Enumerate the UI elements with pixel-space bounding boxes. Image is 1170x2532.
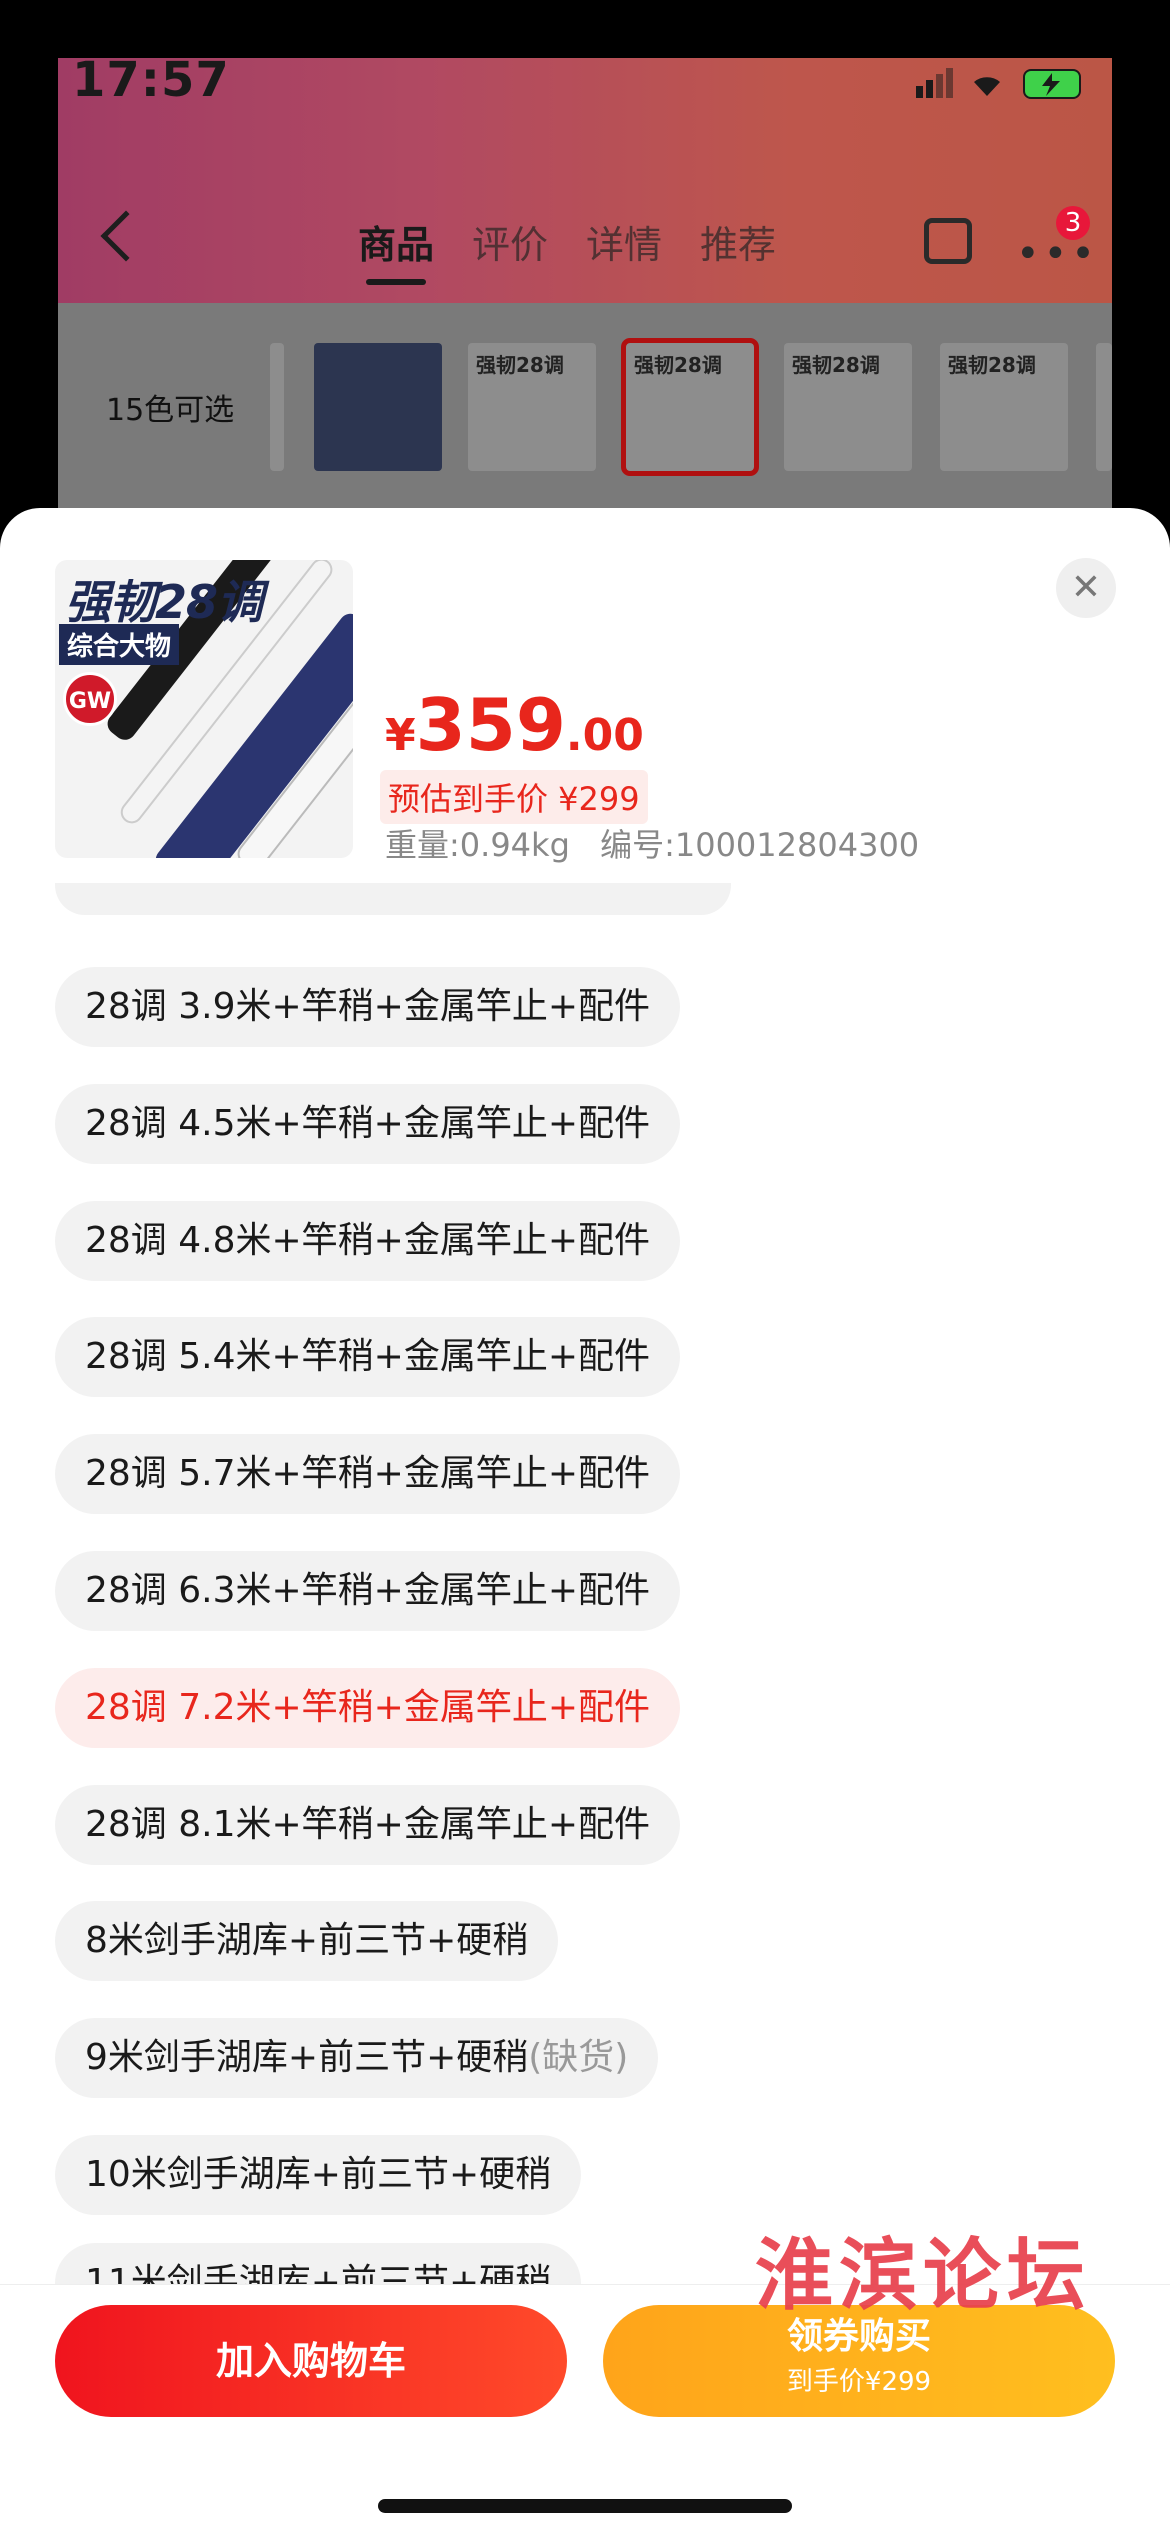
close-button[interactable]: ✕ xyxy=(1056,558,1116,618)
close-icon: ✕ xyxy=(1070,567,1102,608)
estimated-price: 预估到手价 ¥299 xyxy=(380,770,648,824)
screen: 17:57 商品 评价 详情 推荐 ••• 3 15色可选 强韧28调 强韧28… xyxy=(0,0,1170,2532)
thumb-label: 强韧28调 xyxy=(476,353,564,377)
option-chip[interactable]: 11米剑手湖库+前三节+硬稍 xyxy=(55,2243,582,2285)
variant-thumb[interactable]: 强韧28调 xyxy=(784,343,912,471)
buy-button-subtitle: 到手价¥299 xyxy=(786,2367,932,2397)
variant-thumb-selected[interactable]: 强韧28调 xyxy=(621,338,759,476)
variant-thumb[interactable]: 强韧28调 xyxy=(468,343,596,471)
add-to-cart-button[interactable]: 加入购物车 xyxy=(55,2305,567,2417)
variant-thumb[interactable] xyxy=(270,343,284,471)
status-icons-svg xyxy=(916,68,1081,99)
option-chip-partial[interactable] xyxy=(55,883,731,915)
watermark: 淮滨论坛 xyxy=(755,2230,1092,2321)
tab-recommend[interactable]: 推荐 xyxy=(700,214,776,269)
image-subtitle: 综合大物 xyxy=(59,624,180,665)
more-icon[interactable]: ••• xyxy=(1016,234,1099,274)
background-product-page: 17:57 商品 评价 详情 推荐 ••• 3 15色可选 强韧28调 强韧28… xyxy=(58,58,1112,518)
option-chip[interactable]: 28调 8.1米+竿稍+金属竿止+配件 xyxy=(55,1785,680,1865)
variant-thumb[interactable]: 强韧28调 xyxy=(940,343,1068,471)
price: ¥359.00 xyxy=(385,683,644,767)
tab-details[interactable]: 详情 xyxy=(586,214,662,269)
home-indicator xyxy=(378,2499,792,2513)
status-icons xyxy=(912,58,1112,108)
out-of-stock-note: (缺货) xyxy=(528,2037,629,2078)
option-chip[interactable]: 28调 4.5米+竿稍+金属竿止+配件 xyxy=(55,1084,680,1164)
option-chip-out-of-stock[interactable]: 9米剑手湖库+前三节+硬稍(缺货) xyxy=(55,2018,659,2098)
sku-number: 编号:100012804300 xyxy=(600,826,920,864)
price-integer: 359 xyxy=(415,683,566,767)
option-list[interactable]: 28调 3.9米+竿稍+金属竿止+配件 28调 4.5米+竿稍+金属竿止+配件 … xyxy=(0,883,1170,2285)
variant-thumb[interactable] xyxy=(1096,343,1112,471)
thumb-label: 强韧28调 xyxy=(948,353,1036,377)
brand-badge: GW xyxy=(63,672,117,726)
price-decimal: .00 xyxy=(565,710,644,761)
thumb-label: 强韧28调 xyxy=(792,353,880,377)
image-title: 强韧28调 xyxy=(65,575,263,629)
tab-reviews[interactable]: 评价 xyxy=(472,214,548,269)
option-chip[interactable]: 8米剑手湖库+前三节+硬稍 xyxy=(55,1901,559,1981)
color-variant-strip: 15色可选 强韧28调 强韧28调 强韧28调 强韧28调 xyxy=(58,303,1112,518)
price-symbol: ¥ xyxy=(385,710,416,761)
option-chip[interactable]: 28调 5.7米+竿稍+金属竿止+配件 xyxy=(55,1434,680,1514)
color-count-label: 15色可选 xyxy=(106,393,235,428)
product-image[interactable]: 强韧28调 综合大物 GW xyxy=(55,560,353,858)
notification-badge: 3 xyxy=(1056,206,1090,240)
status-time: 17:57 xyxy=(72,58,230,108)
share-icon[interactable] xyxy=(924,218,972,264)
thumb-label: 强韧28调 xyxy=(634,353,722,377)
option-chip[interactable]: 28调 5.4米+竿稍+金属竿止+配件 xyxy=(55,1317,680,1397)
option-label: 9米剑手湖库+前三节+硬稍 xyxy=(85,2037,529,2078)
tab-product[interactable]: 商品 xyxy=(358,214,434,285)
weight-text: 重量:0.94kg xyxy=(385,826,570,864)
option-chip[interactable]: 28调 3.9米+竿稍+金属竿止+配件 xyxy=(55,967,680,1047)
sku-selection-sheet: 强韧28调 综合大物 GW ✕ ¥359.00 预估到手价 ¥299 重量:0.… xyxy=(0,508,1170,2532)
nav-tabs: 商品 评价 详情 推荐 xyxy=(358,214,776,285)
option-chip[interactable]: 10米剑手湖库+前三节+硬稍 xyxy=(55,2135,582,2215)
option-chip-selected[interactable]: 28调 7.2米+竿稍+金属竿止+配件 xyxy=(55,1668,680,1748)
variant-thumb[interactable] xyxy=(314,343,442,471)
option-chip[interactable]: 28调 4.8米+竿稍+金属竿止+配件 xyxy=(55,1201,680,1281)
product-meta: 重量:0.94kg 编号:100012804300 xyxy=(385,820,939,866)
option-chip[interactable]: 28调 6.3米+竿稍+金属竿止+配件 xyxy=(55,1551,680,1631)
